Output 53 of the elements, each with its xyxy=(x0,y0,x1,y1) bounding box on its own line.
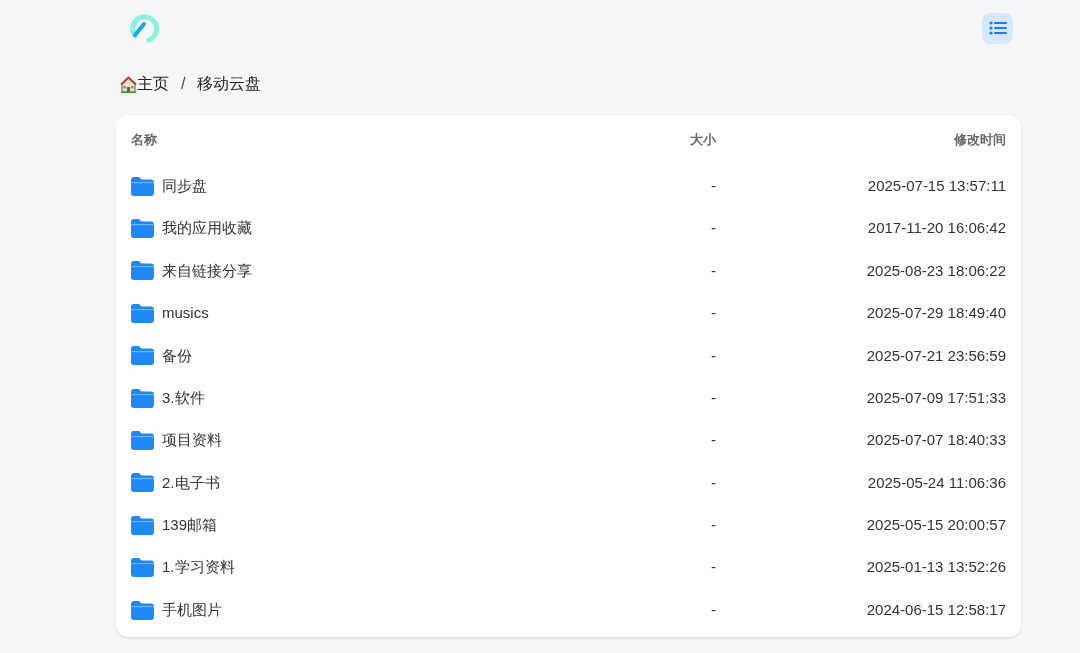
size-cell-text: - xyxy=(710,303,716,324)
folder-name[interactable]: 2.电子书 xyxy=(162,471,220,495)
folder-icon xyxy=(131,176,154,196)
folder-icon xyxy=(131,219,154,239)
breadcrumb-link[interactable]: 主页 xyxy=(137,72,169,96)
column-header[interactable]: 名称 xyxy=(131,130,516,150)
column-header[interactable]: 修改时间 xyxy=(716,130,1006,150)
list-view-button[interactable] xyxy=(982,12,1013,44)
modified-time-cell-text: 2025-07-07 18:40:33 xyxy=(865,430,1006,451)
folder-name[interactable]: 项目资料 xyxy=(162,429,222,452)
column-header[interactable]: 大小 xyxy=(516,130,716,150)
breadcrumb-separator: / xyxy=(181,74,186,94)
current-folder-label[interactable]: 移动云盘 xyxy=(197,72,262,96)
folder-icon xyxy=(131,303,154,323)
modified-time-cell-text: 2025-07-21 23:56:59 xyxy=(865,345,1006,366)
modified-time-cell-text: 2025-08-23 18:06:22 xyxy=(865,260,1006,281)
size-cell-text: - xyxy=(710,430,716,451)
modified-time-cell-text: 2025-07-09 17:51:33 xyxy=(865,387,1006,408)
size-cell-text: - xyxy=(710,515,716,536)
size-cell-text: - xyxy=(710,175,716,196)
folder-name[interactable]: 我的应用收藏 xyxy=(162,217,252,240)
folder-name[interactable]: 同步盘 xyxy=(162,174,207,198)
size-cell-text: - xyxy=(710,345,716,366)
modified-time-cell-text: 2025-07-15 13:57:11 xyxy=(866,175,1006,196)
modified-time-cell-text: 2025-05-15 20:00:57 xyxy=(865,515,1006,536)
list-icon xyxy=(988,21,1007,35)
modified-time-cell-text: 2025-07-29 18:49:40 xyxy=(865,303,1006,324)
size-cell-text: - xyxy=(710,472,716,493)
folder-name[interactable]: 1.学习资料 xyxy=(162,556,235,579)
size-cell-text: - xyxy=(710,387,716,408)
folder-icon xyxy=(131,473,154,493)
size-cell-text: - xyxy=(710,218,716,239)
folder-icon xyxy=(131,261,154,281)
size-cell-text: - xyxy=(710,260,716,281)
folder-name[interactable]: 手机图片 xyxy=(162,598,222,622)
modified-time-cell-text: 2025-01-13 13:52:26 xyxy=(865,557,1006,578)
house-icon xyxy=(120,75,137,93)
folder-name[interactable]: 来自链接分享 xyxy=(162,259,252,283)
folder-icon xyxy=(131,431,154,451)
folder-name[interactable]: 139邮箱 xyxy=(162,514,218,537)
folder-name[interactable]: 3.软件 xyxy=(162,386,205,410)
size-cell-text: - xyxy=(710,557,716,578)
folder-icon xyxy=(131,515,154,535)
modified-time-cell-text: 2025-05-24 11:06:36 xyxy=(866,472,1006,493)
folder-name[interactable]: musics xyxy=(162,302,209,325)
modified-time-cell-text: 2024-06-15 12:58:17 xyxy=(865,599,1006,620)
folder-icon xyxy=(131,388,154,408)
modified-time-cell-text: 2017-11-20 16:06:42 xyxy=(866,218,1006,239)
folder-icon xyxy=(131,558,154,578)
folder-icon xyxy=(131,600,154,620)
size-cell-text: - xyxy=(710,599,716,620)
folder-name[interactable]: 备份 xyxy=(162,344,192,367)
folder-icon xyxy=(131,346,154,366)
